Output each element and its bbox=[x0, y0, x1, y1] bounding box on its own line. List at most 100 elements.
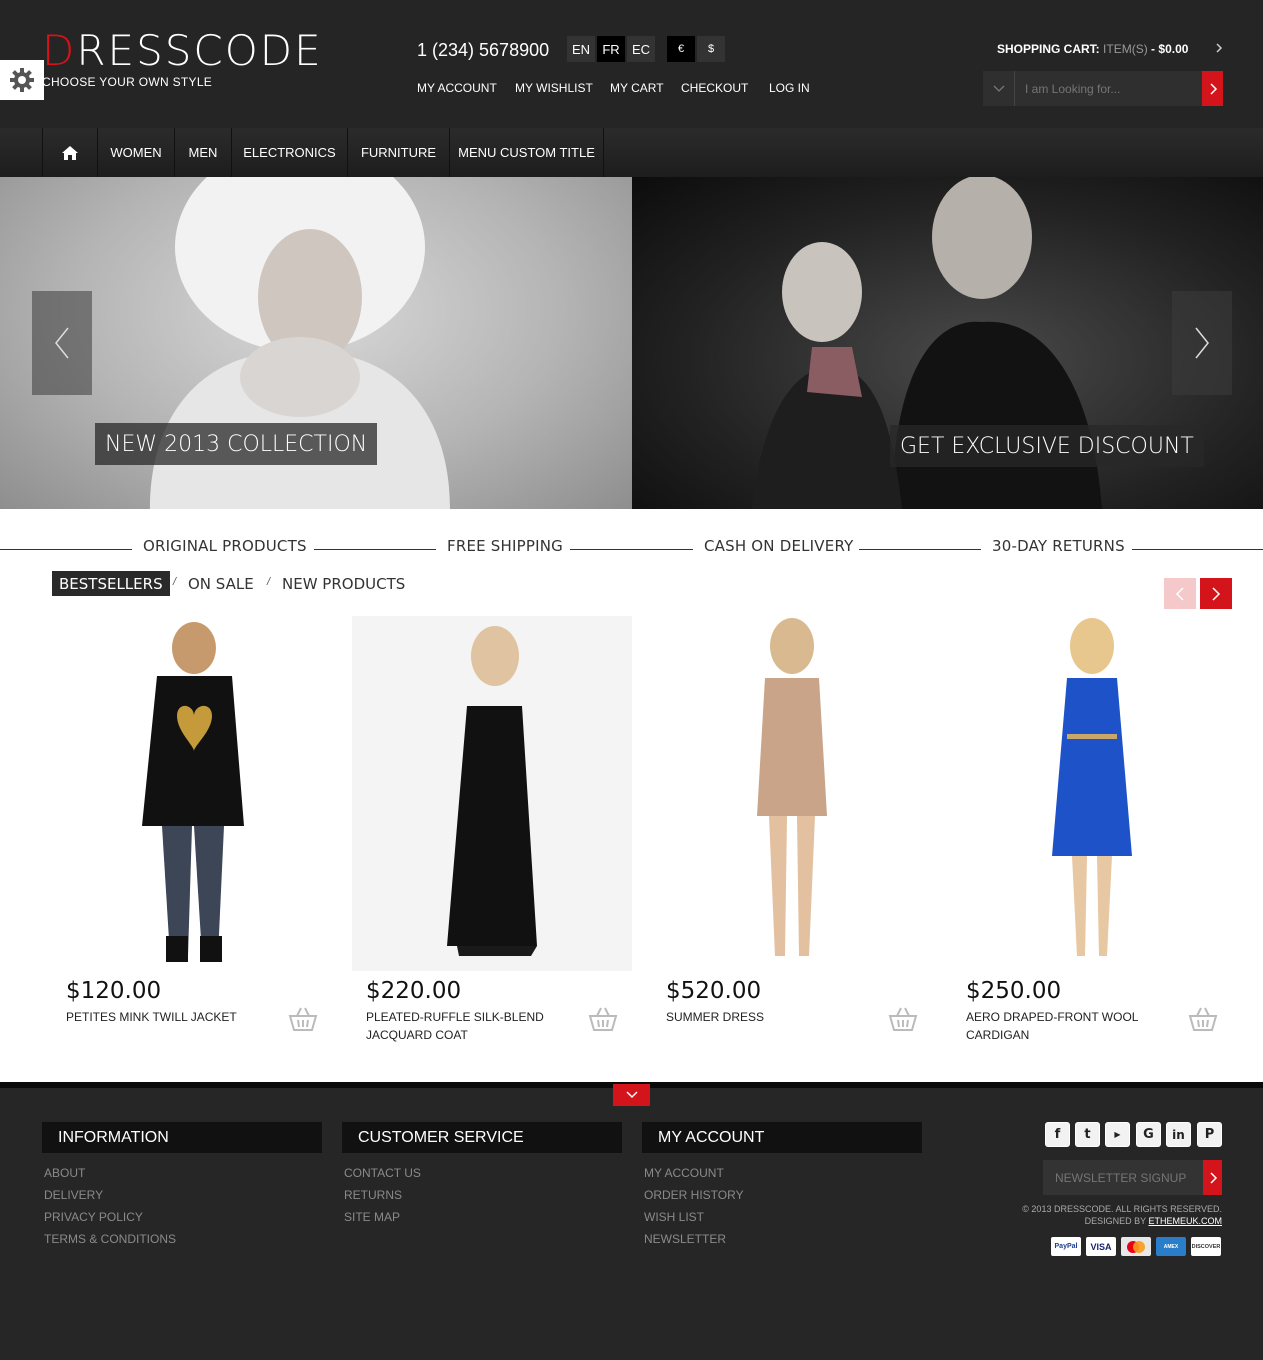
footer-toggle-button[interactable] bbox=[613, 1084, 650, 1106]
add-to-cart-basket-icon[interactable] bbox=[588, 1006, 618, 1032]
paypal-icon: PayPal bbox=[1051, 1237, 1081, 1256]
footer-link-privacy-policy[interactable]: PRIVACY POLICY bbox=[44, 1210, 143, 1224]
link-my-account[interactable]: MY ACCOUNT bbox=[417, 81, 497, 95]
footer-heading-customer-service: CUSTOMER SERVICE bbox=[342, 1122, 622, 1153]
pinterest-icon[interactable]: P bbox=[1197, 1122, 1222, 1147]
footer-link-contact-us[interactable]: CONTACT US bbox=[344, 1166, 421, 1180]
feature-cash-on-delivery: CASH ON DELIVERY bbox=[704, 537, 854, 555]
search-button[interactable] bbox=[1202, 71, 1223, 106]
link-checkout[interactable]: CHECKOUT bbox=[681, 81, 748, 95]
nav-men[interactable]: MEN bbox=[174, 128, 231, 177]
product-image[interactable] bbox=[52, 616, 332, 971]
product-card: $520.00 SUMMER DRESS bbox=[652, 616, 932, 1056]
link-my-wishlist[interactable]: MY WISHLIST bbox=[515, 81, 593, 95]
feature-original-products: ORIGINAL PRODUCTS bbox=[143, 537, 307, 555]
banner-caption-collection: NEW 2013 COLLECTION bbox=[95, 423, 378, 465]
chevron-right-icon bbox=[1209, 1171, 1217, 1184]
footer-link-site-map[interactable]: SITE MAP bbox=[344, 1210, 400, 1224]
divider bbox=[859, 549, 981, 550]
amex-icon: AMEX bbox=[1156, 1237, 1186, 1256]
search-category-dropdown[interactable] bbox=[983, 71, 1015, 106]
main-nav: WOMEN MEN ELECTRONICS FURNITURE MENU CUS… bbox=[0, 128, 1263, 177]
product-price: $520.00 bbox=[666, 978, 762, 1004]
footer-link-about[interactable]: ABOUT bbox=[44, 1166, 85, 1180]
footer-link-order-history[interactable]: ORDER HISTORY bbox=[644, 1188, 744, 1202]
footer-link-my-account[interactable]: MY ACCOUNT bbox=[644, 1166, 724, 1180]
youtube-icon[interactable]: ▶ bbox=[1105, 1122, 1130, 1147]
search-input[interactable] bbox=[1025, 71, 1185, 106]
mastercard-icon bbox=[1121, 1237, 1151, 1256]
product-image[interactable] bbox=[952, 616, 1232, 971]
chevron-right-icon bbox=[1212, 586, 1221, 601]
divider bbox=[314, 549, 436, 550]
chevron-right-icon[interactable] bbox=[1212, 40, 1226, 56]
twitter-icon[interactable]: t bbox=[1075, 1122, 1100, 1147]
nav-furniture[interactable]: FURNITURE bbox=[347, 128, 449, 177]
settings-button[interactable] bbox=[0, 60, 44, 100]
nav-menu-custom-title[interactable]: MENU CUSTOM TITLE bbox=[449, 128, 604, 177]
banner-exclusive-discount[interactable]: GET EXCLUSIVE DISCOUNT bbox=[632, 177, 1263, 509]
footer-heading-my-account: MY ACCOUNT bbox=[642, 1122, 922, 1153]
product-image[interactable] bbox=[652, 616, 932, 971]
shopping-cart-summary[interactable]: SHOPPING CART: ITEM(S) - $0.00 bbox=[997, 42, 1188, 56]
google-icon[interactable]: G bbox=[1136, 1122, 1161, 1147]
chevron-down-icon bbox=[625, 1091, 638, 1099]
newsletter-submit-button[interactable] bbox=[1203, 1160, 1222, 1195]
tab-separator: / bbox=[173, 576, 177, 588]
home-icon bbox=[62, 145, 78, 160]
newsletter-input[interactable] bbox=[1043, 1160, 1203, 1195]
footer-link-returns[interactable]: RETURNS bbox=[344, 1188, 402, 1202]
linkedin-icon[interactable]: in bbox=[1166, 1122, 1191, 1147]
footer-heading-information: INFORMATION bbox=[42, 1122, 322, 1153]
facebook-icon[interactable]: f bbox=[1045, 1122, 1070, 1147]
chevron-right-icon bbox=[1209, 82, 1217, 95]
product-name[interactable]: PETITES MINK TWILL JACKET bbox=[66, 1008, 266, 1026]
lang-ec[interactable]: EC bbox=[627, 36, 655, 62]
divider bbox=[570, 549, 693, 550]
currency-euro[interactable]: € bbox=[667, 36, 695, 62]
chevron-down-icon bbox=[993, 85, 1004, 92]
footer-link-newsletter[interactable]: NEWSLETTER bbox=[644, 1232, 726, 1246]
search-bar bbox=[983, 71, 1223, 106]
nav-home[interactable] bbox=[42, 128, 97, 177]
carousel-prev-button[interactable] bbox=[1164, 578, 1196, 609]
footer-link-terms[interactable]: TERMS & CONDITIONS bbox=[44, 1232, 176, 1246]
link-log-in[interactable]: LOG IN bbox=[769, 81, 810, 95]
add-to-cart-basket-icon[interactable] bbox=[1188, 1006, 1218, 1032]
nav-electronics[interactable]: ELECTRONICS bbox=[231, 128, 347, 177]
product-price: $250.00 bbox=[966, 978, 1062, 1004]
product-card: $220.00 PLEATED-RUFFLE SILK-BLEND JACQUA… bbox=[352, 616, 632, 1056]
visa-icon: VISA bbox=[1086, 1237, 1116, 1256]
slider-next-button[interactable] bbox=[1172, 291, 1232, 395]
product-image[interactable] bbox=[352, 616, 632, 971]
nav-women[interactable]: WOMEN bbox=[97, 128, 174, 177]
logo[interactable]: DRESSCODE bbox=[42, 27, 323, 75]
footer-link-delivery[interactable]: DELIVERY bbox=[44, 1188, 103, 1202]
carousel-next-button[interactable] bbox=[1200, 578, 1232, 609]
designer-link[interactable]: ETHEMEUK.COM bbox=[1148, 1216, 1222, 1226]
product-price: $120.00 bbox=[66, 978, 162, 1004]
product-name[interactable]: SUMMER DRESS bbox=[666, 1008, 866, 1026]
lang-fr[interactable]: FR bbox=[597, 36, 625, 62]
add-to-cart-basket-icon[interactable] bbox=[888, 1006, 918, 1032]
feature-free-shipping: FREE SHIPPING bbox=[447, 537, 563, 555]
banner-new-collection[interactable]: NEW 2013 COLLECTION bbox=[0, 177, 632, 509]
footer-link-wish-list[interactable]: WISH LIST bbox=[644, 1210, 704, 1224]
link-my-cart[interactable]: MY CART bbox=[610, 81, 664, 95]
tab-new-products[interactable]: NEW PRODUCTS bbox=[282, 571, 405, 596]
divider bbox=[0, 549, 132, 550]
feature-30-day-returns: 30-DAY RETURNS bbox=[992, 537, 1125, 555]
slider-prev-button[interactable] bbox=[32, 291, 92, 395]
tab-on-sale[interactable]: ON SALE bbox=[188, 571, 254, 596]
product-name[interactable]: PLEATED-RUFFLE SILK-BLEND JACQUARD COAT bbox=[366, 1008, 566, 1044]
tab-bestsellers[interactable]: BESTSELLERS bbox=[52, 571, 170, 596]
phone-number: 1 (234) 5678900 bbox=[417, 40, 550, 60]
designer-credit: DESIGNED BY ETHEMEUK.COM bbox=[1084, 1216, 1222, 1226]
chevron-right-icon bbox=[1195, 327, 1209, 359]
features-strip: ORIGINAL PRODUCTS FREE SHIPPING CASH ON … bbox=[0, 532, 1263, 562]
currency-dollar[interactable]: $ bbox=[697, 36, 725, 62]
product-price: $220.00 bbox=[366, 978, 462, 1004]
product-name[interactable]: AERO DRAPED-FRONT WOOL CARDIGAN bbox=[966, 1008, 1166, 1044]
lang-en[interactable]: EN bbox=[567, 36, 595, 62]
add-to-cart-basket-icon[interactable] bbox=[288, 1006, 318, 1032]
